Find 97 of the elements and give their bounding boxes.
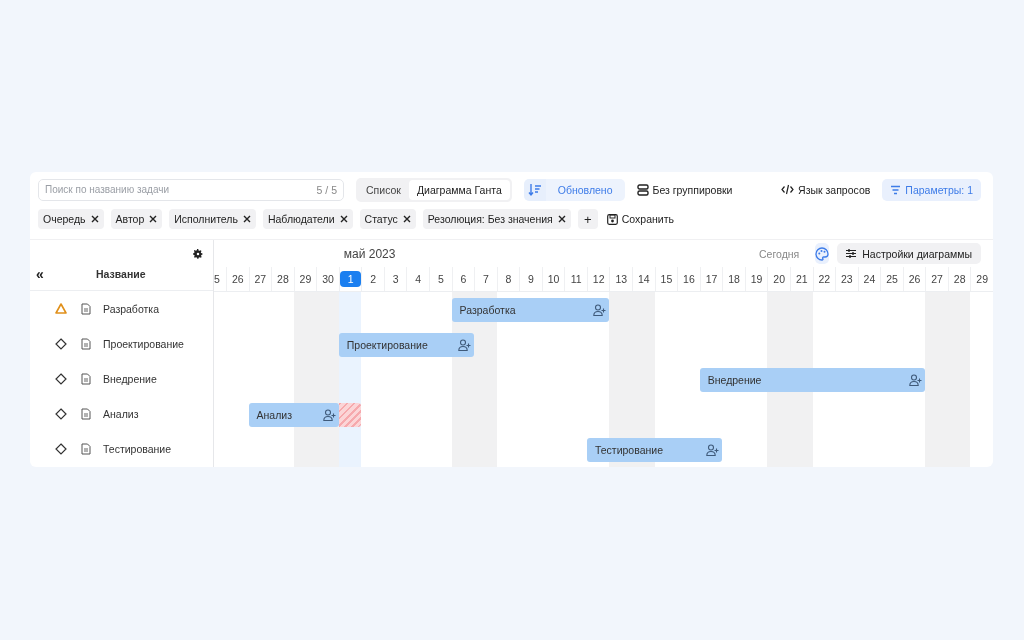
- color-button[interactable]: [815, 243, 830, 264]
- close-icon[interactable]: [149, 215, 158, 223]
- settings-icon[interactable]: [192, 248, 204, 260]
- day-number: 28: [953, 272, 966, 287]
- day-number: 6: [460, 272, 467, 287]
- save-button[interactable]: Сохранить: [606, 208, 674, 230]
- day-number: 13: [615, 272, 628, 287]
- floppy-icon: [606, 213, 618, 225]
- day-number: 12: [592, 272, 605, 287]
- today-button[interactable]: Сегодня: [759, 247, 800, 260]
- day-number: 19: [750, 272, 763, 287]
- sort-button[interactable]: Обновлено: [545, 178, 625, 201]
- diamond-icon: [55, 407, 67, 420]
- chart-settings-button[interactable]: Настройки диаграммы: [837, 243, 981, 264]
- task-bar[interactable]: Тестирование: [586, 437, 723, 462]
- filter-chip[interactable]: Наблюдатели: [262, 209, 353, 229]
- close-icon[interactable]: [339, 215, 348, 223]
- add-filter-button[interactable]: +: [577, 209, 598, 229]
- day-number: 22: [818, 272, 831, 287]
- task-name[interactable]: Разработка: [103, 302, 159, 315]
- view-tab[interactable]: Диаграмма Ганта: [408, 179, 510, 200]
- palette-icon: [815, 246, 830, 261]
- day-number: 2: [370, 272, 377, 287]
- day-number: 27: [254, 272, 267, 287]
- close-icon[interactable]: [557, 215, 566, 223]
- task-bar[interactable]: Разработка: [451, 297, 610, 322]
- day-number: 5: [214, 272, 220, 287]
- sort-icon: [527, 182, 542, 197]
- close-icon[interactable]: [242, 215, 251, 223]
- add-person-icon[interactable]: [593, 303, 607, 316]
- document-icon: [81, 372, 91, 385]
- day-number: 18: [728, 272, 740, 287]
- task-bar[interactable]: Проектирование: [338, 332, 475, 357]
- day-number: 17: [705, 272, 718, 287]
- sliders-icon: [846, 249, 857, 258]
- task-name[interactable]: Анализ: [103, 407, 139, 420]
- day-number: 26: [231, 272, 244, 287]
- add-person-icon[interactable]: [706, 443, 720, 456]
- day-number: 27: [931, 272, 943, 287]
- diamond-icon: [55, 337, 67, 350]
- filter-chip[interactable]: Резолюция: Без значения: [422, 209, 571, 229]
- month-label: май 2023: [342, 246, 397, 261]
- day-number: 14: [638, 272, 650, 287]
- filter-chip[interactable]: Исполнитель: [169, 209, 256, 229]
- task-name[interactable]: Проектирование: [103, 337, 184, 350]
- add-person-icon[interactable]: [322, 408, 336, 421]
- filter-chip[interactable]: Автор: [110, 209, 163, 229]
- filter-icon: [890, 184, 902, 195]
- add-person-icon[interactable]: [458, 338, 472, 351]
- result-count: 5 / 5: [316, 183, 337, 196]
- query-language-button[interactable]: Язык запросов: [781, 178, 871, 201]
- close-icon[interactable]: [90, 215, 99, 223]
- day-number: 5: [437, 272, 444, 287]
- document-icon: [81, 442, 91, 455]
- day-number: 23: [841, 272, 853, 287]
- day-number: 10: [547, 272, 560, 287]
- day-number: 9: [528, 272, 534, 287]
- code-icon: [781, 184, 795, 195]
- day-number: 1: [340, 271, 362, 287]
- diamond-icon: [55, 442, 67, 455]
- close-icon[interactable]: [402, 215, 411, 223]
- day-number: 11: [570, 272, 582, 287]
- day-number: 26: [908, 272, 921, 287]
- task-bar[interactable]: Анализ: [248, 402, 339, 427]
- collapse-button[interactable]: «: [34, 266, 46, 282]
- column-header: Название: [96, 268, 146, 280]
- grouping-icon: [636, 183, 649, 196]
- day-number: 7: [483, 272, 489, 287]
- sort-direction-button[interactable]: [523, 178, 546, 201]
- day-number: 3: [392, 272, 399, 287]
- day-number: 8: [505, 272, 512, 287]
- day-number: 28: [277, 272, 289, 287]
- grouping-button[interactable]: Без группировки: [636, 178, 733, 201]
- day-number: 29: [976, 272, 989, 287]
- day-number: 30: [322, 272, 334, 287]
- document-icon: [81, 337, 91, 350]
- diamond-icon: [55, 372, 67, 385]
- day-number: 4: [415, 272, 422, 287]
- view-tab[interactable]: Список: [358, 179, 409, 200]
- filter-chip[interactable]: Статус: [359, 209, 416, 229]
- task-bar[interactable]: Внедрение: [699, 367, 926, 392]
- document-icon: [81, 302, 91, 315]
- search-field[interactable]: Поиск по названию задачи 5 / 5: [38, 178, 344, 201]
- day-number: 21: [795, 272, 808, 287]
- day-number: 20: [773, 272, 786, 287]
- day-number: 25: [886, 272, 898, 287]
- task-name[interactable]: Тестирование: [103, 442, 172, 455]
- day-number: 29: [299, 272, 312, 287]
- document-icon: [81, 407, 91, 420]
- day-number: 15: [660, 272, 673, 287]
- filter-chip[interactable]: Очередь: [38, 209, 104, 229]
- day-number: 24: [863, 272, 876, 287]
- add-person-icon[interactable]: [909, 373, 923, 386]
- parameters-button[interactable]: Параметры: 1: [882, 178, 981, 201]
- task-name[interactable]: Внедрение: [103, 372, 157, 385]
- day-number: 16: [683, 272, 695, 287]
- warning-icon: [55, 303, 67, 314]
